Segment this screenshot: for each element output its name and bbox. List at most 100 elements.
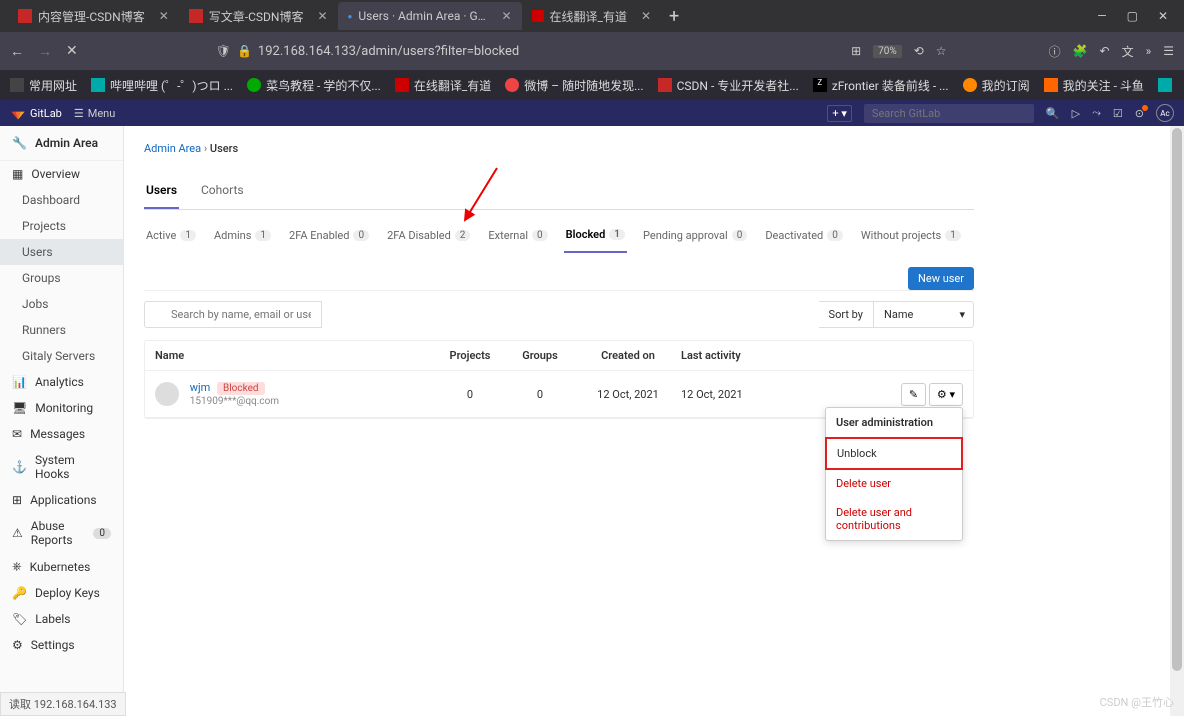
dropdown-delete-contributions[interactable]: Delete user and contributions bbox=[826, 498, 962, 540]
todo-icon[interactable]: ☑ bbox=[1113, 107, 1123, 120]
sidebar-item-dashboard[interactable]: Dashboard bbox=[0, 187, 123, 213]
lock-icon[interactable]: 🔒 bbox=[237, 44, 252, 58]
kube-icon: ⎈ bbox=[12, 559, 22, 574]
plus-icon[interactable]: + ▾ bbox=[827, 105, 852, 122]
zfrontier-icon: Z bbox=[813, 78, 827, 92]
col-groups: Groups bbox=[505, 349, 575, 362]
sidebar-item-runners[interactable]: Runners bbox=[0, 317, 123, 343]
sidebar-item-kubernetes[interactable]: ⎈Kubernetes bbox=[0, 553, 123, 580]
tab-cohorts[interactable]: Cohorts bbox=[199, 173, 246, 209]
gitlab-menu[interactable]: ☰ Menu bbox=[74, 107, 115, 120]
new-user-button[interactable]: New user bbox=[908, 267, 974, 290]
sidebar-item-jobs[interactable]: Jobs bbox=[0, 291, 123, 317]
sidebar-item-deploy[interactable]: 🔑Deploy Keys bbox=[0, 580, 123, 606]
close-icon[interactable]: ✕ bbox=[501, 9, 511, 23]
maximize-icon[interactable]: ▢ bbox=[1127, 9, 1138, 23]
filter-2fa-disabled[interactable]: 2FA Disabled2 bbox=[385, 219, 472, 252]
user-search-input[interactable] bbox=[144, 301, 322, 328]
shield-icon[interactable]: 🛡 bbox=[216, 44, 231, 58]
minimize-icon[interactable]: — bbox=[1097, 9, 1106, 23]
cell-projects: 0 bbox=[435, 388, 505, 401]
cell-groups: 0 bbox=[505, 388, 575, 401]
folder-icon bbox=[10, 78, 24, 92]
browser-tab-1[interactable]: 写文章-CSDN博客 ✕ bbox=[179, 2, 338, 30]
translate2-icon[interactable]: 文 bbox=[1122, 43, 1134, 60]
sort-select[interactable]: Name▾ bbox=[874, 301, 974, 328]
bookmark-item[interactable]: 我的订阅 bbox=[963, 77, 1030, 94]
extension-icon[interactable]: 🧩 bbox=[1073, 44, 1088, 58]
sidebar-item-gitaly[interactable]: Gitaly Servers bbox=[0, 343, 123, 369]
sidebar-item-projects[interactable]: Projects bbox=[0, 213, 123, 239]
edit-user-button[interactable]: ✎ bbox=[901, 383, 926, 406]
merge-icon[interactable]: ⤳ bbox=[1092, 106, 1101, 120]
bookmark-item[interactable]: ZzFrontier 装备前线 - ... bbox=[813, 77, 949, 94]
close-icon[interactable]: ✕ bbox=[317, 9, 327, 23]
col-activity: Last activity bbox=[681, 349, 781, 362]
bookmark-item[interactable]: 菜鸟教程 - 学的不仅... bbox=[247, 77, 381, 94]
tab-users[interactable]: Users bbox=[144, 173, 179, 209]
sidebar-item-monitoring[interactable]: 🖥Monitoring bbox=[0, 395, 123, 421]
dropdown-delete-user[interactable]: Delete user bbox=[826, 469, 962, 498]
back-icon[interactable]: ← bbox=[10, 43, 24, 60]
sidebar-item-messages[interactable]: ✉Messages bbox=[0, 421, 123, 447]
users-table: Name Projects Groups Created on Last act… bbox=[144, 340, 974, 419]
help-icon[interactable]: ⊙ bbox=[1135, 107, 1144, 120]
user-avatar[interactable]: Ac bbox=[1156, 104, 1174, 122]
new-tab-button[interactable]: + bbox=[661, 6, 687, 27]
bookmark-item[interactable]: 微博 – 随时随地发现... bbox=[505, 77, 643, 94]
user-name-link[interactable]: wjm bbox=[190, 381, 211, 394]
gitlab-logo-icon[interactable] bbox=[10, 105, 26, 121]
filter-admins[interactable]: Admins1 bbox=[212, 219, 273, 252]
sidebar-item-settings[interactable]: ⚙Settings bbox=[0, 632, 123, 658]
filter-blocked[interactable]: Blocked1 bbox=[564, 218, 627, 253]
menu-icon[interactable]: ☰ bbox=[1163, 44, 1174, 58]
close-window-icon[interactable]: ✕ bbox=[1158, 9, 1168, 23]
close-icon[interactable]: ✕ bbox=[641, 9, 651, 23]
youdao-icon bbox=[395, 78, 409, 92]
bookmark-item[interactable]: CSDN - 专业开发者社... bbox=[658, 77, 799, 94]
issues-icon[interactable]: ▷ bbox=[1072, 107, 1080, 120]
bookmark-item[interactable]: 哔哩哔哩 (゜-゜)つロ ... bbox=[91, 77, 233, 94]
sidebar-item-users[interactable]: Users bbox=[0, 239, 123, 265]
sidebar-item-analytics[interactable]: 📊Analytics bbox=[0, 369, 123, 395]
sidebar-item-hooks[interactable]: ⚓System Hooks bbox=[0, 447, 123, 487]
scrollbar[interactable] bbox=[1170, 126, 1184, 716]
search-submit-icon[interactable]: 🔍 bbox=[1046, 107, 1060, 120]
breadcrumb-root[interactable]: Admin Area bbox=[144, 142, 201, 155]
info-icon[interactable]: ⓘ bbox=[1049, 43, 1061, 60]
bookmark-item[interactable]: 【Linux三剑客】下架... bbox=[1158, 77, 1184, 94]
browser-tab-0[interactable]: 内容管理-CSDN博客 ✕ bbox=[8, 2, 179, 30]
qr-icon[interactable]: ⊞ bbox=[851, 44, 861, 58]
filter-external[interactable]: External0 bbox=[486, 219, 549, 252]
sidebar-title[interactable]: 🔧 Admin Area bbox=[0, 126, 123, 161]
scroll-thumb[interactable] bbox=[1172, 128, 1182, 671]
sidebar-item-apps[interactable]: ⊞Applications bbox=[0, 487, 123, 513]
filter-active[interactable]: Active1 bbox=[144, 219, 198, 252]
gitlab-brand[interactable]: GitLab bbox=[30, 107, 62, 120]
browser-tab-2[interactable]: ● Users · Admin Area · GitLab ✕ bbox=[338, 2, 522, 30]
filter-no-projects[interactable]: Without projects1 bbox=[859, 219, 963, 252]
sidebar-item-labels[interactable]: 🏷Labels bbox=[0, 606, 123, 632]
overflow-icon[interactable]: » bbox=[1146, 44, 1152, 58]
sidebar-item-overview[interactable]: ▦Overview bbox=[0, 161, 123, 187]
user-actions-dropdown-button[interactable]: ⚙ ▾ bbox=[929, 383, 963, 406]
bookmark-item[interactable]: 在线翻译_有道 bbox=[395, 77, 491, 94]
dropdown-unblock[interactable]: Unblock bbox=[825, 437, 963, 470]
stop-icon[interactable]: ✕ bbox=[66, 43, 78, 60]
filter-deactivated[interactable]: Deactivated0 bbox=[763, 219, 845, 252]
bookmark-star-icon[interactable]: ☆ bbox=[936, 44, 947, 58]
filter-2fa-enabled[interactable]: 2FA Enabled0 bbox=[287, 219, 371, 252]
close-icon[interactable]: ✕ bbox=[159, 9, 169, 23]
forward-icon[interactable]: → bbox=[38, 43, 52, 60]
gitlab-search-input[interactable] bbox=[864, 104, 1034, 123]
translate-icon[interactable]: ⟲ bbox=[914, 44, 924, 58]
bookmark-item[interactable]: 常用网址 bbox=[10, 77, 77, 94]
undo-icon[interactable]: ↶ bbox=[1100, 44, 1110, 58]
bookmark-item[interactable]: 我的关注 - 斗鱼 bbox=[1044, 77, 1144, 94]
sidebar-item-abuse[interactable]: ⚠Abuse Reports0 bbox=[0, 513, 123, 553]
browser-tab-3[interactable]: 在线翻译_有道 ✕ bbox=[522, 2, 661, 30]
zoom-level[interactable]: 70% bbox=[873, 45, 902, 58]
url-text[interactable]: 192.168.164.133/admin/users?filter=block… bbox=[258, 44, 519, 59]
filter-pending[interactable]: Pending approval0 bbox=[641, 219, 749, 252]
sidebar-item-groups[interactable]: Groups bbox=[0, 265, 123, 291]
